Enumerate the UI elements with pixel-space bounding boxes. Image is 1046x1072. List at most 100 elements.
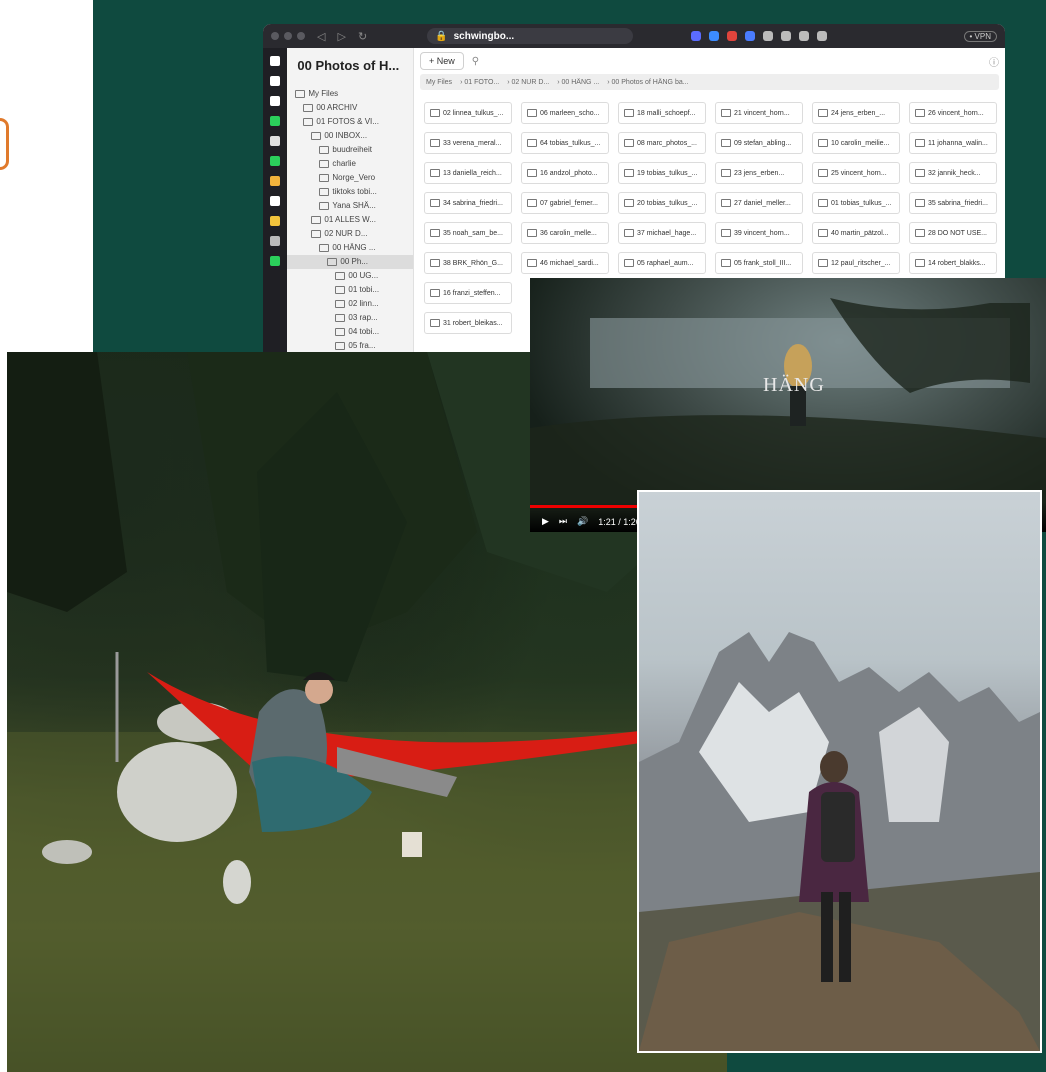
tree-item[interactable]: 00 UG... — [287, 269, 413, 283]
folder-card[interactable]: 06 marleen_scho... — [521, 102, 609, 124]
folder-card[interactable]: 31 robert_bleikas... — [424, 312, 512, 334]
tree-item[interactable]: charlie — [287, 157, 413, 171]
address-bar[interactable]: 🔒 schwingbo... — [427, 28, 634, 44]
breadcrumb-item[interactable]: › 00 Photos of HÄNG ba... — [607, 79, 688, 86]
tree-item[interactable]: 00 Ph... — [287, 255, 413, 269]
folder-card[interactable]: 32 jannik_heck... — [909, 162, 997, 184]
vpn-button[interactable]: • VPN — [963, 30, 997, 42]
folder-card[interactable]: 19 tobias_tulkus_... — [618, 162, 706, 184]
folder-card[interactable]: 25 vincent_horn... — [812, 162, 900, 184]
app-rail-icon[interactable] — [270, 256, 281, 266]
reload-icon[interactable]: ↻ — [358, 30, 367, 43]
minimize-window-button[interactable] — [284, 32, 292, 40]
folder-card[interactable]: 05 raphael_aum... — [618, 252, 706, 274]
tree-item[interactable]: 01 tobi... — [287, 283, 413, 297]
close-window-button[interactable] — [271, 32, 279, 40]
info-icon[interactable]: ⓘ — [989, 54, 999, 69]
video-progress-bar[interactable] — [530, 505, 650, 508]
folder-card[interactable]: 01 tobias_tulkus_... — [812, 192, 900, 214]
folder-card[interactable]: 02 linnea_tulkus_... — [424, 102, 512, 124]
volume-icon[interactable]: 🔊 — [577, 516, 588, 527]
extension-icon[interactable] — [691, 31, 702, 41]
search-icon[interactable]: ⚲ — [472, 56, 479, 67]
folder-card[interactable]: 11 johanna_walin... — [909, 132, 997, 154]
folder-card[interactable]: 46 michael_sardi... — [521, 252, 609, 274]
folder-icon — [319, 173, 330, 182]
folder-card[interactable]: 16 andzol_photo... — [521, 162, 609, 184]
tree-item[interactable]: tiktoks tobi... — [287, 185, 413, 199]
folder-card[interactable]: 10 carolin_meilie... — [812, 132, 900, 154]
app-rail-icon[interactable] — [270, 176, 281, 186]
tree-item[interactable]: 03 rap... — [287, 311, 413, 325]
extension-icon[interactable] — [709, 31, 720, 41]
tree-item[interactable]: 02 linn... — [287, 297, 413, 311]
folder-card[interactable]: 27 daniel_meller... — [715, 192, 803, 214]
tree-item[interactable]: 01 ALLES W... — [287, 213, 413, 227]
breadcrumb-item[interactable]: › 01 FOTO... — [460, 79, 499, 86]
maximize-window-button[interactable] — [297, 32, 305, 40]
folder-card[interactable]: 12 paul_ritscher_... — [812, 252, 900, 274]
folder-card[interactable]: 28 DO NOT USE... — [909, 222, 997, 244]
app-rail-icon[interactable] — [270, 136, 281, 146]
folder-card[interactable]: 37 michael_hage... — [618, 222, 706, 244]
folder-label: 35 noah_sam_be... — [443, 229, 503, 237]
extension-icon[interactable] — [727, 31, 738, 41]
folder-card[interactable]: 34 sabrina_friedri... — [424, 192, 512, 214]
play-icon[interactable]: ▶ — [542, 516, 549, 527]
breadcrumb-item[interactable]: My Files — [426, 79, 452, 86]
tree-item[interactable]: Yana SHÄ... — [287, 199, 413, 213]
tree-item[interactable]: 00 HÄNG ... — [287, 241, 413, 255]
extension-icon[interactable] — [781, 31, 792, 41]
app-rail-icon[interactable] — [270, 96, 281, 106]
app-rail-icon[interactable] — [270, 216, 281, 226]
folder-card[interactable]: 38 BRK_Rhön_G... — [424, 252, 512, 274]
app-rail-icon[interactable] — [270, 236, 281, 246]
mountain-photo — [637, 490, 1042, 1053]
app-rail-icon[interactable] — [270, 116, 281, 126]
extension-icon[interactable] — [799, 31, 810, 41]
folder-card[interactable]: 09 stefan_abling... — [715, 132, 803, 154]
folder-card[interactable]: 14 robert_blakks... — [909, 252, 997, 274]
folder-card[interactable]: 16 franzi_steffen... — [424, 282, 512, 304]
folder-card[interactable]: 05 frank_stoll_III... — [715, 252, 803, 274]
app-rail-icon[interactable] — [270, 196, 281, 206]
back-icon[interactable]: ◁ — [317, 30, 325, 43]
next-icon[interactable]: ⏭ — [559, 516, 567, 527]
tree-item[interactable]: 02 NUR D... — [287, 227, 413, 241]
tree-item[interactable]: 01 FOTOS & VI... — [287, 115, 413, 129]
folder-card[interactable]: 64 tobias_tulkus_... — [521, 132, 609, 154]
tree-item[interactable]: 05 fra... — [287, 339, 413, 353]
folder-card[interactable]: 40 martin_pätzol... — [812, 222, 900, 244]
tree-item[interactable]: 00 ARCHIV — [287, 101, 413, 115]
breadcrumb-item[interactable]: › 00 HÄNG ... — [557, 79, 599, 86]
app-rail-icon[interactable] — [270, 156, 281, 166]
folder-card[interactable]: 21 vincent_horn... — [715, 102, 803, 124]
folder-card[interactable]: 08 marc_photos_... — [618, 132, 706, 154]
forward-icon[interactable]: ▷ — [337, 30, 345, 43]
extension-icon[interactable] — [817, 31, 828, 41]
folder-card[interactable]: 39 vincent_horn... — [715, 222, 803, 244]
breadcrumb-item[interactable]: › 02 NUR D... — [507, 79, 549, 86]
extension-icon[interactable] — [745, 31, 756, 41]
folder-label: 16 franzi_steffen... — [443, 289, 501, 297]
folder-card[interactable]: 13 daniella_reich... — [424, 162, 512, 184]
folder-card[interactable]: 07 gabriel_femer... — [521, 192, 609, 214]
app-rail-icon[interactable] — [270, 76, 281, 86]
folder-card[interactable]: 23 jens_erben... — [715, 162, 803, 184]
app-rail-icon[interactable] — [270, 56, 281, 66]
tree-item[interactable]: buudreiheit — [287, 143, 413, 157]
folder-card[interactable]: 36 carolin_melle... — [521, 222, 609, 244]
folder-card[interactable]: 24 jens_erben_... — [812, 102, 900, 124]
folder-card[interactable]: 33 verena_meral... — [424, 132, 512, 154]
tree-item[interactable]: Norge_Vero — [287, 171, 413, 185]
folder-card[interactable]: 20 tobias_tulkus_... — [618, 192, 706, 214]
tree-item[interactable]: 04 tobi... — [287, 325, 413, 339]
folder-card[interactable]: 26 vincent_horn... — [909, 102, 997, 124]
extension-icon[interactable] — [763, 31, 774, 41]
folder-card[interactable]: 18 malli_schoepf... — [618, 102, 706, 124]
tree-item[interactable]: 00 INBOX... — [287, 129, 413, 143]
new-button[interactable]: + New — [420, 52, 464, 70]
folder-card[interactable]: 35 sabrina_friedri... — [909, 192, 997, 214]
tree-item[interactable]: My Files — [287, 87, 413, 101]
folder-card[interactable]: 35 noah_sam_be... — [424, 222, 512, 244]
